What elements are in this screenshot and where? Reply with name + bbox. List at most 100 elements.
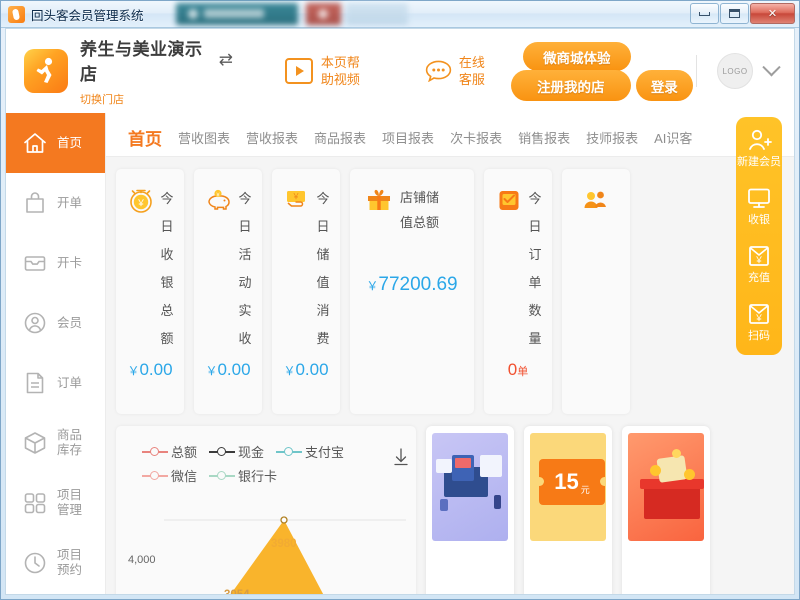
clipboard-check-icon (499, 191, 518, 210)
hand-money-icon: ￥ (286, 191, 305, 207)
sidebar-item-inventory[interactable]: 商品 库存 (6, 413, 105, 473)
stat-value-today-order-count: 0单 (507, 360, 529, 379)
sidebar-item-order[interactable]: 订单 (6, 353, 105, 413)
body-row: 首页 开单 开卡 会员 订单 商品 库存 项目 管理 项目 预约 首页 营收图表… (6, 113, 794, 594)
login-button[interactable]: 登录 (635, 70, 693, 101)
mall-experience-button[interactable]: 微商城体验 (522, 42, 631, 71)
action-label-cashier: 收银 (748, 214, 770, 226)
monitor-icon (748, 188, 770, 208)
action-label-new-member: 新建会员 (737, 156, 781, 168)
promo-row: 店铺分销引 15 元 多种代画券 (426, 426, 710, 594)
brand-block: 养生与美业演示店 ⇄ 切换门店 (24, 35, 233, 107)
sidebar-item-project-manage[interactable]: 项目 管理 (6, 473, 105, 533)
stat-card-members[interactable] (562, 169, 630, 414)
stat-card-today-stored-value-spend[interactable]: ￥ 今日储值消费 ￥0.00 (272, 169, 340, 414)
sidebar-item-member[interactable]: 会员 (6, 293, 105, 353)
legend-item-bankcard[interactable]: 银行卡 (209, 466, 277, 485)
legend-item-alipay[interactable]: 支付宝 (276, 442, 344, 461)
action-recharge[interactable]: ￥ 充值 (736, 243, 782, 285)
sidebar-label-project-booking: 项目 预约 (57, 548, 83, 577)
header-buttons: 微商城体验 注册我的店 登录 (510, 38, 693, 104)
promo-card-coupons[interactable]: 15 元 多种代画券 (524, 426, 612, 594)
card-icon (24, 256, 46, 271)
user-icon (24, 312, 46, 334)
swap-store-icon[interactable]: ⇄ (219, 50, 233, 70)
chat-bubble-icon (425, 60, 452, 83)
main-content: 首页 营收图表 营收报表 商品报表 项目报表 次卡报表 销售报表 技师报表 AI… (106, 113, 794, 594)
svg-text:￥: ￥ (215, 192, 220, 198)
tab-revenue-report[interactable]: 营收报表 (238, 128, 306, 156)
sidebar-item-billing[interactable]: 开单 (6, 173, 105, 233)
avatar[interactable]: LOGO (717, 53, 753, 89)
legend-marker-cash (209, 446, 236, 457)
chevron-down-icon[interactable] (762, 57, 781, 76)
store-name: 养生与美业演示店 (80, 40, 203, 84)
svg-text:￥: ￥ (292, 192, 300, 201)
legend-item-cash[interactable]: 现金 (209, 442, 264, 461)
cs-line2: 客服 (458, 72, 485, 87)
help-video-button[interactable]: 本页帮 助视频 (284, 54, 365, 88)
brand-text-block: 养生与美业演示店 ⇄ 切换门店 (80, 35, 233, 107)
stat-card-today-order-count[interactable]: 今日订单数量 0单 (484, 169, 552, 414)
grid-icon (24, 493, 46, 514)
sidebar-item-open-card[interactable]: 开卡 (6, 233, 105, 293)
switch-store-link[interactable]: 切换门店 (80, 91, 233, 107)
stat-value-today-cashier-total: ￥0.00 (127, 360, 173, 379)
close-button[interactable]: ✕ (750, 3, 795, 24)
help-video-line2: 助视频 (320, 72, 360, 87)
gift-icon (368, 189, 390, 210)
help-video-line1: 本页帮 (320, 55, 360, 70)
tab-project-report[interactable]: 项目报表 (374, 128, 442, 156)
document-icon (26, 372, 44, 394)
sidebar-label-order: 订单 (57, 375, 83, 390)
window-controls: ✕ (690, 3, 795, 24)
sidebar-item-home[interactable]: 首页 (6, 113, 105, 173)
action-label-scan-code: 扫码 (748, 330, 770, 342)
promo-card-newcomer-gift[interactable]: 新人有礼 (622, 426, 710, 594)
window-title: 回头客会员管理系统 (31, 8, 144, 23)
chart-label-second: 3054 (224, 589, 250, 594)
sidebar: 首页 开单 开卡 会员 订单 商品 库存 项目 管理 项目 预约 (6, 113, 106, 594)
account-menu[interactable]: LOGO (717, 53, 781, 89)
legend-item-wechat[interactable]: 微信 (142, 466, 197, 485)
stat-card-today-activity-income[interactable]: ￥ 今日活动实收 ￥0.00 (194, 169, 262, 414)
tab-technician-report[interactable]: 技师报表 (578, 128, 646, 156)
revenue-chart-card[interactable]: 总额 现金 支付宝 微信 银行卡 4,000 3980 (116, 426, 416, 594)
tab-bar: 首页 营收图表 营收报表 商品报表 项目报表 次卡报表 销售报表 技师报表 AI… (106, 113, 794, 157)
promo-card-distribution[interactable]: 店铺分销引 (426, 426, 514, 594)
minimize-button[interactable] (690, 3, 719, 24)
action-new-member[interactable]: 新建会员 (736, 127, 782, 169)
tab-revenue-chart[interactable]: 营收图表 (170, 128, 238, 156)
bag-icon (26, 192, 44, 213)
customer-service-label: 在线 客服 (459, 54, 489, 88)
sidebar-item-project-booking[interactable]: 项目 预约 (6, 533, 105, 593)
action-scan-code[interactable]: ￥ 扫码 (736, 301, 782, 343)
legend-marker-alipay (276, 446, 303, 457)
download-icon[interactable] (394, 448, 408, 466)
tab-sales-report[interactable]: 销售报表 (510, 128, 578, 156)
svg-text:￥: ￥ (754, 256, 763, 266)
stat-title-today-cashier-total: 今日收银总额 (160, 191, 174, 346)
stat-card-today-cashier-total[interactable]: ￥ 今日收银总额 ￥0.00 (116, 169, 184, 414)
help-video-label: 本页帮 助视频 (321, 54, 365, 88)
action-cashier[interactable]: 收银 (736, 185, 782, 227)
redacted-taskbar-item-3 (346, 3, 408, 25)
legend-item-total[interactable]: 总额 (142, 442, 197, 461)
tab-times-card-report[interactable]: 次卡报表 (442, 128, 510, 156)
customer-service-button[interactable]: 在线 客服 (425, 54, 489, 88)
action-label-recharge: 充值 (748, 272, 770, 284)
lower-row: 总额 现金 支付宝 微信 银行卡 4,000 3980 15 元 (106, 414, 794, 594)
floating-action-bar: 新建会员 收银 ￥ 充值 ￥ 扫码 (736, 117, 782, 355)
tab-product-report[interactable]: 商品报表 (306, 128, 374, 156)
tab-ai-customer[interactable]: AI识客 (646, 128, 700, 156)
runner-glyph (36, 57, 53, 83)
redacted-taskbar-item-2 (306, 3, 341, 25)
tab-home[interactable]: 首页 (120, 125, 170, 156)
maximize-button[interactable] (720, 3, 749, 24)
sidebar-label-billing: 开单 (57, 195, 83, 210)
envelope-yuan-icon-scan: ￥ (749, 304, 769, 324)
giftbox-illustration (628, 433, 704, 541)
stat-title-today-activity-income: 今日活动实收 (238, 191, 252, 346)
register-store-button[interactable]: 注册我的店 (510, 70, 631, 101)
stat-card-store-stored-value-total[interactable]: 店铺储 值总额 ￥77200.69 (350, 169, 474, 414)
